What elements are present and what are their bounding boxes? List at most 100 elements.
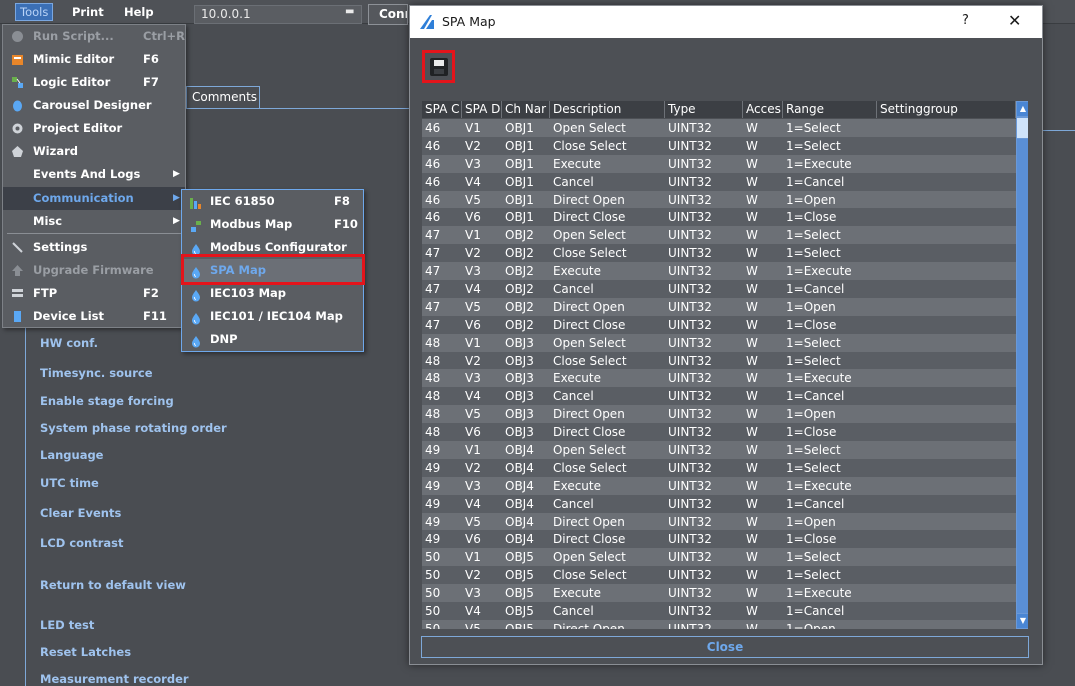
table-row[interactable]: 46 V5 OBJ1 Direct Open UINT32 W 1=Open xyxy=(422,190,1016,209)
table-row[interactable]: 48 V6 OBJ3 Direct Close UINT32 W 1=Close xyxy=(422,423,1016,442)
setting-item[interactable]: Timesync. source xyxy=(40,366,153,380)
setting-item[interactable]: Measurement recorder xyxy=(40,672,189,686)
setting-item[interactable]: Reset Latches xyxy=(40,645,131,659)
tools-menu-item[interactable]: Events And Logs ▶ xyxy=(3,163,185,186)
tools-menu-item[interactable]: Misc ▶ xyxy=(3,210,185,233)
table-row[interactable]: 47 V5 OBJ2 Direct Open UINT32 W 1=Open xyxy=(422,297,1016,316)
tools-menu-item[interactable]: Communication ▶ xyxy=(3,187,185,210)
table-row[interactable]: 48 V2 OBJ3 Close Select UINT32 W 1=Select xyxy=(422,351,1016,370)
setting-item[interactable]: Return to default view xyxy=(40,578,186,592)
tools-menu-item[interactable]: Settings xyxy=(3,236,185,259)
column-header[interactable]: Description xyxy=(550,101,665,118)
setting-item[interactable]: LCD contrast xyxy=(40,536,124,550)
comm-menu-item[interactable]: IEC103 Map xyxy=(182,282,363,305)
save-button[interactable] xyxy=(422,50,455,83)
close-icon[interactable]: ✕ xyxy=(1008,11,1021,30)
table-cell: 49 xyxy=(425,532,441,547)
tools-menu-item[interactable]: Device List F11 xyxy=(3,305,185,328)
scroll-track[interactable] xyxy=(1017,139,1028,613)
tools-menu-item[interactable]: Upgrade Firmware xyxy=(3,259,185,282)
column-header[interactable]: Settinggroup xyxy=(877,101,1016,118)
table-row[interactable]: 47 V2 OBJ2 Close Select UINT32 W 1=Select xyxy=(422,244,1016,263)
table-cell: 1=Cancel xyxy=(786,282,845,297)
table-row[interactable]: 48 V5 OBJ3 Direct Open UINT32 W 1=Open xyxy=(422,405,1016,424)
menu-tools[interactable]: Tools xyxy=(15,3,54,21)
tab-comments[interactable]: Comments xyxy=(186,86,260,108)
tools-menu-item[interactable]: Project Editor xyxy=(3,117,185,140)
help-button[interactable]: ? xyxy=(962,13,969,28)
table-cell xyxy=(877,548,1016,566)
vertical-scrollbar[interactable]: ▲ ▼ xyxy=(1016,101,1028,629)
tools-menu-item[interactable]: Mimic Editor F6 xyxy=(3,48,185,71)
chevron-down-icon[interactable]: ▬ xyxy=(345,6,354,17)
table-row[interactable]: 50 V5 OBJ5 Direct Open UINT32 W 1=Open xyxy=(422,619,1016,629)
column-header[interactable]: Ch Nar xyxy=(502,101,550,118)
table-cell: V5 xyxy=(465,192,481,207)
comm-menu-item[interactable]: IEC101 / IEC104 Map xyxy=(182,305,363,328)
setting-item[interactable]: UTC time xyxy=(40,476,99,490)
close-button[interactable]: Close xyxy=(421,636,1029,658)
table-row[interactable]: 49 V1 OBJ4 Open Select UINT32 W 1=Select xyxy=(422,441,1016,459)
table-row[interactable]: 49 V5 OBJ4 Direct Open UINT32 W 1=Open xyxy=(422,512,1016,531)
table-cell: OBJ2 xyxy=(505,228,534,243)
address-combobox[interactable]: 10.0.0.1 xyxy=(194,5,362,24)
menu-help[interactable]: Help xyxy=(124,4,154,20)
table-row[interactable]: 46 V4 OBJ1 Cancel UINT32 W 1=Cancel xyxy=(422,172,1016,191)
tools-menu-item[interactable]: Run Script... Ctrl+R xyxy=(3,25,185,48)
shortcut-label: F6 xyxy=(143,52,159,66)
table-cell: V5 xyxy=(465,299,481,314)
setting-item[interactable]: HW conf. xyxy=(40,336,98,350)
column-header[interactable]: Type xyxy=(665,101,743,118)
table-row[interactable]: 50 V4 OBJ5 Cancel UINT32 W 1=Cancel xyxy=(422,602,1016,620)
table-cell: Execute xyxy=(553,156,601,171)
setting-item[interactable]: System phase rotating order xyxy=(40,421,227,435)
tools-menu-item[interactable]: Logic Editor F7 xyxy=(3,71,185,94)
comm-menu-item[interactable]: DNP xyxy=(182,328,363,351)
comm-menu-item[interactable]: Modbus Map F10 xyxy=(182,213,363,236)
table-cell: 46 xyxy=(425,121,441,135)
tools-menu-item[interactable]: FTP F2 xyxy=(3,282,185,305)
column-header[interactable]: Acces xyxy=(743,101,783,118)
table-row[interactable]: 46 V1 OBJ1 Open Select UINT32 W 1=Select xyxy=(422,119,1016,137)
table-row[interactable]: 46 V6 OBJ1 Direct Close UINT32 W 1=Close xyxy=(422,208,1016,227)
column-header[interactable]: SPA C xyxy=(422,101,462,118)
table-row[interactable]: 48 V3 OBJ3 Execute UINT32 W 1=Execute xyxy=(422,369,1016,388)
table-cell: 46 xyxy=(425,156,441,171)
table-cell: 47 xyxy=(425,282,441,297)
table-row[interactable]: 50 V3 OBJ5 Execute UINT32 W 1=Execute xyxy=(422,584,1016,603)
setting-item[interactable]: Language xyxy=(40,448,104,462)
scroll-up-icon[interactable]: ▲ xyxy=(1017,102,1028,116)
column-header[interactable]: SPA D xyxy=(462,101,502,118)
setting-item[interactable]: LED test xyxy=(40,618,94,632)
column-header[interactable]: Range xyxy=(783,101,877,118)
scroll-down-icon[interactable]: ▼ xyxy=(1017,614,1028,628)
setting-item[interactable]: Clear Events xyxy=(40,506,121,520)
table-cell: V1 xyxy=(465,335,481,350)
table-row[interactable]: 46 V3 OBJ1 Execute UINT32 W 1=Execute xyxy=(422,154,1016,173)
table-row[interactable]: 50 V2 OBJ5 Close Select UINT32 W 1=Select xyxy=(422,566,1016,585)
scroll-thumb[interactable] xyxy=(1017,118,1028,138)
comm-menu-item[interactable]: IEC 61850 F8 xyxy=(182,190,363,213)
tools-menu-item[interactable]: Carousel Designer xyxy=(3,94,185,117)
table-row[interactable]: 49 V3 OBJ4 Execute UINT32 W 1=Execute xyxy=(422,476,1016,495)
table-row[interactable]: 50 V1 OBJ5 Open Select UINT32 W 1=Select xyxy=(422,548,1016,567)
table-row[interactable]: 46 V2 OBJ1 Close Select UINT32 W 1=Select xyxy=(422,136,1016,155)
table-row[interactable]: 47 V4 OBJ2 Cancel UINT32 W 1=Cancel xyxy=(422,280,1016,298)
table-cell: 1=Select xyxy=(786,246,841,261)
table-row[interactable]: 47 V1 OBJ2 Open Select UINT32 W 1=Select xyxy=(422,226,1016,245)
table-cell: UINT32 xyxy=(668,496,712,511)
table-row[interactable]: 49 V4 OBJ4 Cancel UINT32 W 1=Cancel xyxy=(422,494,1016,513)
table-cell: 47 xyxy=(425,317,441,332)
menu-print[interactable]: Print xyxy=(72,4,104,20)
table-row[interactable]: 47 V6 OBJ2 Direct Close UINT32 W 1=Close xyxy=(422,315,1016,334)
table-row[interactable]: 48 V1 OBJ3 Open Select UINT32 W 1=Select xyxy=(422,333,1016,352)
connect-button[interactable]: Connect xyxy=(368,4,408,25)
table-row[interactable]: 47 V3 OBJ2 Execute UINT32 W 1=Execute xyxy=(422,262,1016,281)
table-row[interactable]: 49 V2 OBJ4 Close Select UINT32 W 1=Select xyxy=(422,458,1016,477)
table-cell xyxy=(877,530,1016,548)
setting-item[interactable]: Enable stage forcing xyxy=(40,394,174,408)
ftp-icon xyxy=(12,289,23,297)
table-row[interactable]: 48 V4 OBJ3 Cancel UINT32 W 1=Cancel xyxy=(422,387,1016,406)
table-row[interactable]: 49 V6 OBJ4 Direct Close UINT32 W 1=Close xyxy=(422,530,1016,549)
tools-menu-item[interactable]: Wizard xyxy=(3,140,185,163)
